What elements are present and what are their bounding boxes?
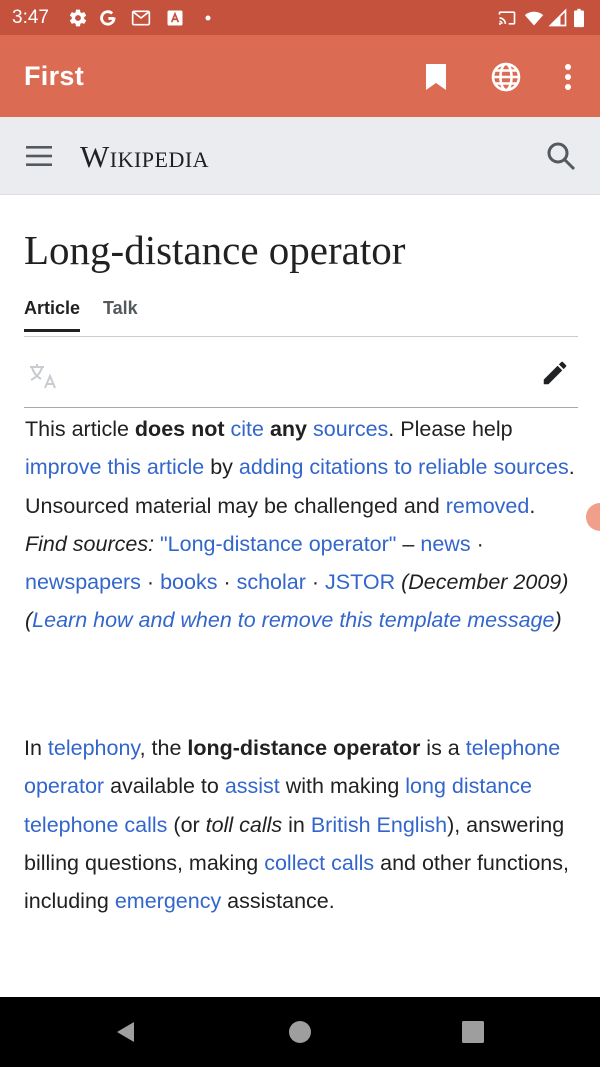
- bookmark-icon[interactable]: [416, 57, 456, 97]
- para-text: is a: [420, 736, 466, 760]
- battery-icon: [572, 8, 586, 28]
- tab-talk[interactable]: Talk: [103, 298, 138, 319]
- newspapers-link[interactable]: newspapers: [25, 570, 141, 594]
- news-link[interactable]: news: [420, 532, 470, 556]
- para-text: , the: [139, 736, 188, 760]
- separator: ·: [146, 570, 155, 595]
- separator: ·: [311, 570, 320, 595]
- separator: ·: [223, 570, 231, 595]
- para-text: assistance.: [221, 889, 335, 914]
- jstor-link[interactable]: JSTOR: [325, 570, 395, 594]
- gmail-icon: [131, 8, 151, 28]
- edge-handle[interactable]: [586, 503, 600, 531]
- lead-paragraph: In telephony, the long-distance operator…: [24, 729, 580, 920]
- notice-text: by: [204, 455, 239, 480]
- wiki-header: Wikipedia: [0, 117, 600, 195]
- separator: –: [402, 531, 415, 556]
- google-icon: [98, 8, 118, 28]
- wikipedia-wordmark[interactable]: Wikipedia: [80, 139, 209, 175]
- search-term-link[interactable]: "Long-distance operator": [160, 532, 396, 556]
- cell-signal-icon: [548, 8, 568, 28]
- telephony-link[interactable]: telephony: [48, 736, 140, 760]
- back-icon[interactable]: [112, 1017, 142, 1047]
- assist-link[interactable]: assist: [225, 774, 280, 798]
- paren: ): [554, 608, 562, 633]
- search-icon[interactable]: [544, 139, 578, 173]
- more-vert-icon[interactable]: [548, 57, 588, 97]
- adding-citations-link[interactable]: adding citations to reliable sources: [239, 455, 569, 479]
- text-a-icon: [165, 8, 185, 28]
- dot-icon: [198, 8, 218, 28]
- books-link[interactable]: books: [160, 570, 217, 594]
- sources-notice: This article does not cite any sources. …: [25, 410, 578, 640]
- app-bar: First: [0, 35, 600, 117]
- sources-link[interactable]: sources: [313, 417, 388, 441]
- app-bar-title: First: [24, 61, 85, 91]
- notice-text: .: [529, 493, 536, 518]
- para-text: In: [24, 736, 48, 760]
- wifi-icon: [524, 8, 544, 28]
- tab-article[interactable]: Article: [24, 298, 81, 332]
- notice-text: This article: [25, 417, 135, 441]
- learn-remove-template-link[interactable]: Learn how and when to remove this templa…: [32, 608, 554, 632]
- notice-date: (December 2009): [401, 570, 569, 595]
- tabs-divider: [24, 336, 578, 337]
- emergency-link[interactable]: emergency: [115, 889, 221, 913]
- british-english-link[interactable]: British English: [311, 813, 447, 837]
- notice-bold: does not: [134, 417, 225, 441]
- cast-icon: [497, 8, 517, 28]
- improve-article-link[interactable]: improve this article: [25, 455, 204, 479]
- scholar-link[interactable]: scholar: [237, 570, 306, 594]
- page-title: Long-distance operator: [24, 227, 406, 273]
- para-text: in: [282, 812, 311, 837]
- gear-icon: [68, 8, 88, 28]
- notice-bold: any: [269, 417, 308, 441]
- para-text: (or: [167, 812, 206, 837]
- para-text: available to: [104, 774, 225, 799]
- globe-icon[interactable]: [486, 57, 526, 97]
- translate-icon[interactable]: [28, 360, 60, 392]
- removed-link[interactable]: removed: [446, 494, 530, 518]
- para-bold: long-distance operator: [187, 736, 421, 760]
- collect-calls-link[interactable]: collect calls: [264, 851, 374, 875]
- para-italic: toll calls: [205, 812, 283, 837]
- edit-pencil-icon[interactable]: [540, 358, 570, 388]
- recents-icon[interactable]: [458, 1017, 488, 1047]
- status-bar: 3:47: [0, 0, 600, 35]
- cite-link[interactable]: cite: [231, 417, 264, 441]
- notice-text: . Please help: [388, 417, 513, 441]
- status-time: 3:47: [12, 7, 49, 28]
- page-actions-bar: [24, 350, 578, 408]
- para-text: with making: [279, 774, 406, 799]
- separator: ·: [476, 531, 484, 556]
- home-icon[interactable]: [285, 1017, 315, 1047]
- find-sources-label: Find sources:: [25, 531, 155, 556]
- system-nav-bar: [0, 997, 600, 1067]
- hamburger-menu-icon[interactable]: [24, 143, 54, 169]
